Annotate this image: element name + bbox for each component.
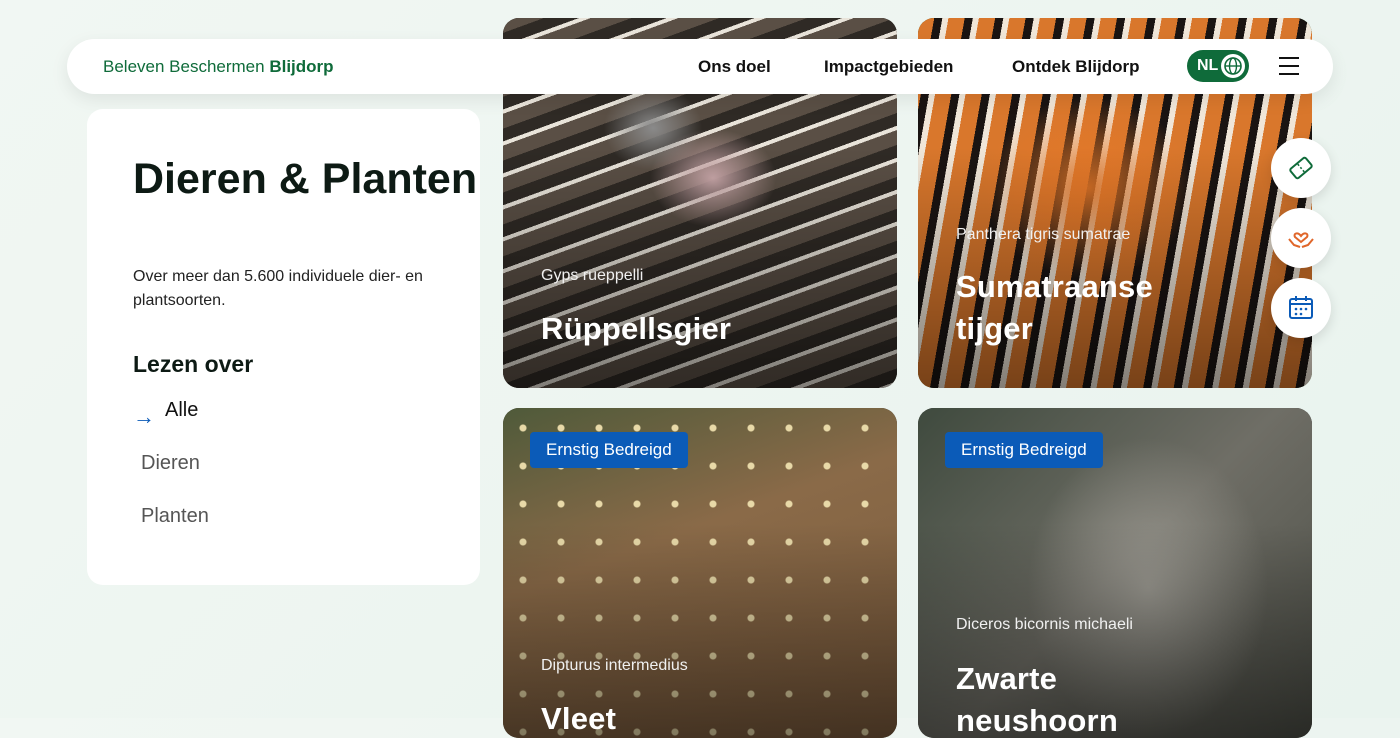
filter-planten[interactable]: Planten: [141, 505, 209, 528]
nav-link-ontdek-blijdorp[interactable]: Ontdek Blijdorp: [1012, 57, 1140, 77]
heart-hands-icon: [1288, 232, 1314, 248]
page-title: Dieren & Planten: [133, 155, 478, 203]
card-title: Sumatraanse tijger: [956, 269, 1153, 346]
ticket-icon: [1289, 156, 1313, 180]
filter-alle[interactable]: Alle: [165, 399, 198, 422]
card-title: Vleet: [541, 701, 617, 736]
globe-icon: [1221, 54, 1245, 78]
donate-button[interactable]: [1271, 208, 1331, 268]
filter-dieren[interactable]: Dieren: [141, 452, 200, 475]
calendar-button[interactable]: [1271, 278, 1331, 338]
animal-card-zwarte-neushoorn[interactable]: Ernstig Bedreigd Diceros bicornis michae…: [918, 408, 1312, 738]
status-badge: Ernstig Bedreigd: [945, 432, 1103, 468]
status-badge: Ernstig Bedreigd: [530, 432, 688, 468]
card-title: Zwarte neushoorn: [956, 661, 1118, 738]
nav-link-impactgebieden[interactable]: Impactgebieden: [824, 57, 953, 77]
top-navigation-bar: Beleven Beschermen Blijdorp Ons doel Imp…: [67, 39, 1333, 94]
section-title: Lezen over: [133, 351, 254, 377]
animal-card-vleet[interactable]: Ernstig Bedreigd Dipturus intermedius Vl…: [503, 408, 897, 738]
card-latin-name: Dipturus intermedius: [541, 657, 688, 674]
arrow-right-icon: →: [133, 404, 155, 429]
calendar-icon: [1289, 296, 1313, 319]
card-latin-name: Panthera tigris sumatrae: [956, 226, 1131, 243]
ticket-button[interactable]: [1271, 138, 1331, 198]
brand-logo[interactable]: Beleven Beschermen Blijdorp: [103, 57, 334, 77]
nav-link-ons-doel[interactable]: Ons doel: [698, 57, 771, 77]
card-title: Rüppellsgier: [541, 311, 732, 346]
language-label: NL: [1197, 57, 1219, 74]
hamburger-menu-icon[interactable]: [1279, 57, 1299, 75]
filter-panel: Dieren & Planten Over meer dan 5.600 ind…: [87, 109, 480, 585]
page-description: Over meer dan 5.600 individuele dier- en…: [133, 268, 423, 309]
language-switch[interactable]: NL: [1187, 50, 1249, 82]
card-latin-name: Diceros bicornis michaeli: [956, 616, 1133, 633]
card-latin-name: Gyps rueppelli: [541, 267, 644, 284]
